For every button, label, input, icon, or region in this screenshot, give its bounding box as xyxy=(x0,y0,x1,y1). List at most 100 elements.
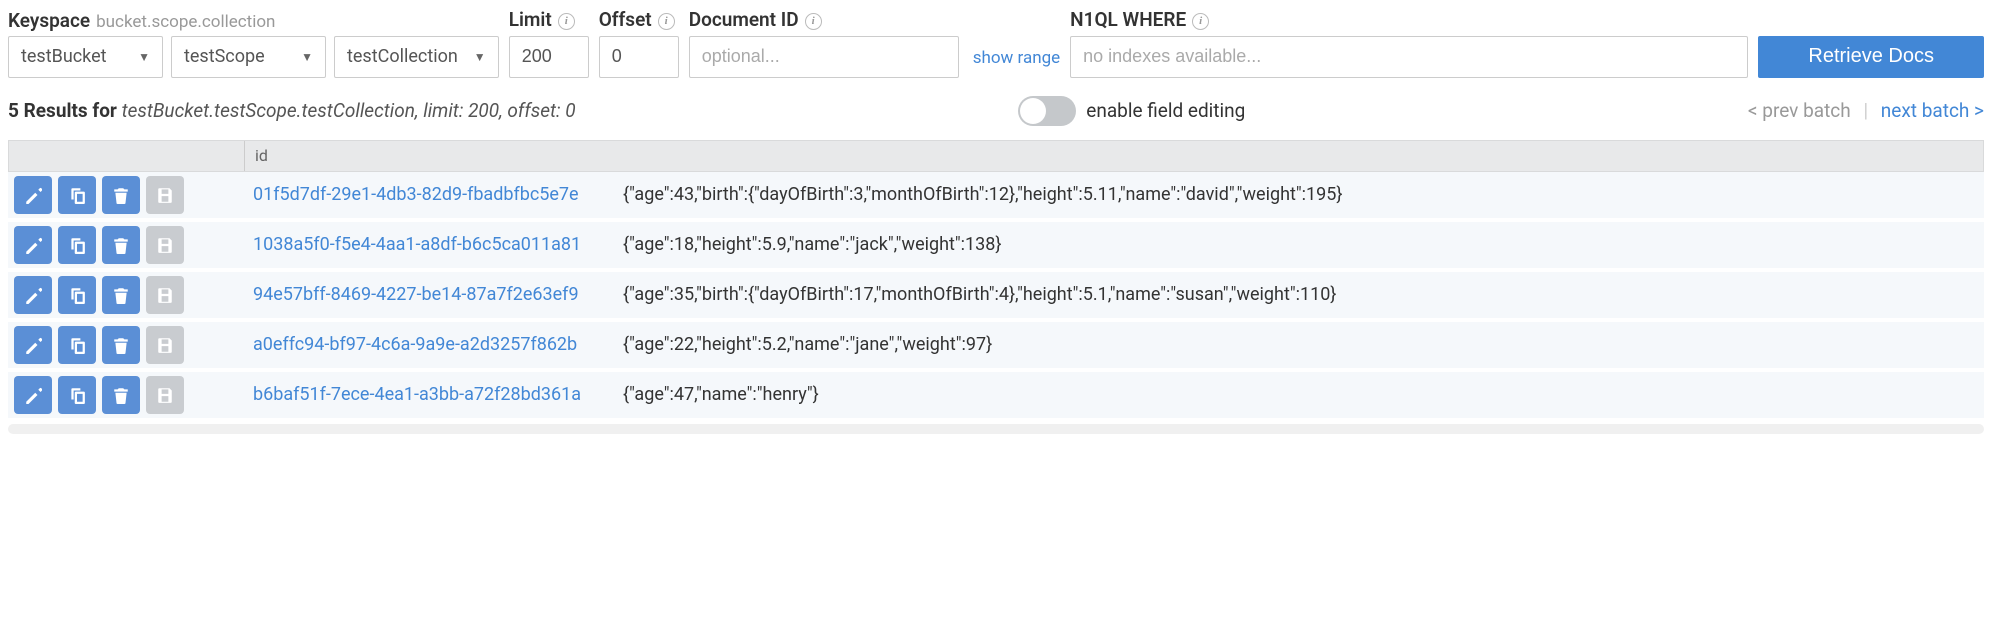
doc-content: {"age":47,"name":"henry"} xyxy=(623,384,1984,405)
doc-id-link[interactable]: 94e57bff-8469-4227-be14-87a7f2e63ef9 xyxy=(243,284,623,305)
pager: < prev batch | next batch > xyxy=(1748,99,1984,122)
scope-select[interactable]: testScope ▼ xyxy=(171,36,326,78)
keyspace-group: Keyspace bucket.scope.collection testBuc… xyxy=(8,9,499,78)
pencil-icon xyxy=(24,236,42,254)
doc-content: {"age":18,"height":5.9,"name":"jack","we… xyxy=(623,234,1984,255)
copy-icon xyxy=(68,336,86,354)
trash-icon xyxy=(112,286,130,304)
copy-button[interactable] xyxy=(58,376,96,414)
table-body: 01f5d7df-29e1-4db3-82d9-fbadbfbc5e7e{"ag… xyxy=(8,172,1984,422)
results-detail: testBucket.testScope.testCollection, lim… xyxy=(122,99,576,122)
pencil-icon xyxy=(24,386,42,404)
collection-select-value: testCollection xyxy=(347,46,458,67)
bucket-select[interactable]: testBucket ▼ xyxy=(8,36,163,78)
info-icon[interactable]: i xyxy=(658,13,675,30)
trash-icon xyxy=(112,336,130,354)
controls-bar: Keyspace bucket.scope.collection testBuc… xyxy=(8,8,1984,88)
field-editing-label: enable field editing xyxy=(1086,99,1245,122)
doc-content: {"age":43,"birth":{"dayOfBirth":3,"month… xyxy=(623,184,1984,205)
table-row: 94e57bff-8469-4227-be14-87a7f2e63ef9{"ag… xyxy=(8,272,1984,322)
pencil-icon xyxy=(24,186,42,204)
toggle-knob xyxy=(1020,98,1046,124)
save-icon xyxy=(156,336,174,354)
copy-button[interactable] xyxy=(58,176,96,214)
edit-button[interactable] xyxy=(14,326,52,364)
n1ql-group: N1QL WHERE i xyxy=(1070,8,1748,78)
results-summary: 5 Results for testBucket.testScope.testC… xyxy=(8,99,576,122)
doc-id-link[interactable]: 01f5d7df-29e1-4db3-82d9-fbadbfbc5e7e xyxy=(243,184,623,205)
delete-button[interactable] xyxy=(102,176,140,214)
save-button xyxy=(146,226,184,264)
info-icon[interactable]: i xyxy=(1192,13,1209,30)
chevron-down-icon: ▼ xyxy=(301,50,313,64)
field-editing-toggle[interactable] xyxy=(1018,96,1076,126)
retrieve-group: Retrieve Docs xyxy=(1758,10,1984,78)
collection-select[interactable]: testCollection ▼ xyxy=(334,36,499,78)
pencil-icon xyxy=(24,336,42,354)
delete-button[interactable] xyxy=(102,226,140,264)
info-icon[interactable]: i xyxy=(805,13,822,30)
edit-button[interactable] xyxy=(14,276,52,314)
edit-button[interactable] xyxy=(14,376,52,414)
n1ql-label: N1QL WHERE xyxy=(1070,8,1186,31)
limit-input[interactable] xyxy=(509,36,589,78)
edit-button[interactable] xyxy=(14,226,52,264)
table-row: 01f5d7df-29e1-4db3-82d9-fbadbfbc5e7e{"ag… xyxy=(8,172,1984,222)
table-header: id xyxy=(8,140,1984,172)
edit-button[interactable] xyxy=(14,176,52,214)
keyspace-label: Keyspace xyxy=(8,9,90,32)
offset-input[interactable] xyxy=(599,36,679,78)
doc-id-link[interactable]: 1038a5f0-f5e4-4aa1-a8df-b6c5ca011a81 xyxy=(243,234,623,255)
n1ql-input[interactable] xyxy=(1070,36,1748,78)
delete-button[interactable] xyxy=(102,276,140,314)
offset-label: Offset xyxy=(599,8,652,31)
doc-id-link[interactable]: a0effc94-bf97-4c6a-9a9e-a2d3257f862b xyxy=(243,334,623,355)
row-actions xyxy=(8,276,243,314)
delete-button[interactable] xyxy=(102,376,140,414)
next-batch-link[interactable]: next batch > xyxy=(1881,99,1984,122)
copy-button[interactable] xyxy=(58,226,96,264)
limit-group: Limit i xyxy=(509,8,589,78)
copy-icon xyxy=(68,386,86,404)
pencil-icon xyxy=(24,286,42,304)
delete-button[interactable] xyxy=(102,326,140,364)
column-header-id: id xyxy=(244,141,624,171)
save-icon xyxy=(156,236,174,254)
keyspace-hint: bucket.scope.collection xyxy=(96,12,275,32)
save-button xyxy=(146,176,184,214)
copy-button[interactable] xyxy=(58,276,96,314)
table-row: a0effc94-bf97-4c6a-9a9e-a2d3257f862b{"ag… xyxy=(8,322,1984,372)
chevron-down-icon: ▼ xyxy=(474,50,486,64)
limit-label: Limit xyxy=(509,8,552,31)
trash-icon xyxy=(112,236,130,254)
chevron-down-icon: ▼ xyxy=(138,50,150,64)
doc-content: {"age":35,"birth":{"dayOfBirth":17,"mont… xyxy=(623,284,1984,305)
scope-select-value: testScope xyxy=(184,46,265,67)
copy-icon xyxy=(68,186,86,204)
save-icon xyxy=(156,186,174,204)
doc-id-link[interactable]: b6baf51f-7ece-4ea1-a3bb-a72f28bd361a xyxy=(243,384,623,405)
pager-separator: | xyxy=(1863,99,1868,122)
copy-icon xyxy=(68,236,86,254)
retrieve-button[interactable]: Retrieve Docs xyxy=(1758,36,1984,78)
results-count: 5 Results for xyxy=(8,99,122,122)
show-range-link[interactable]: show range xyxy=(973,48,1060,68)
row-actions xyxy=(8,376,243,414)
table-row: 1038a5f0-f5e4-4aa1-a8df-b6c5ca011a81{"ag… xyxy=(8,222,1984,272)
horizontal-scrollbar[interactable] xyxy=(8,424,1984,434)
info-icon[interactable]: i xyxy=(558,13,575,30)
docid-input[interactable] xyxy=(689,36,959,78)
docid-group: Document ID i xyxy=(689,8,959,78)
offset-group: Offset i xyxy=(599,8,679,78)
save-button xyxy=(146,376,184,414)
row-actions xyxy=(8,326,243,364)
results-bar: 5 Results for testBucket.testScope.testC… xyxy=(8,88,1984,140)
row-actions xyxy=(8,176,243,214)
copy-icon xyxy=(68,286,86,304)
trash-icon xyxy=(112,186,130,204)
bucket-select-value: testBucket xyxy=(21,46,107,67)
prev-batch-link: < prev batch xyxy=(1748,99,1851,122)
save-icon xyxy=(156,286,174,304)
save-icon xyxy=(156,386,174,404)
copy-button[interactable] xyxy=(58,326,96,364)
